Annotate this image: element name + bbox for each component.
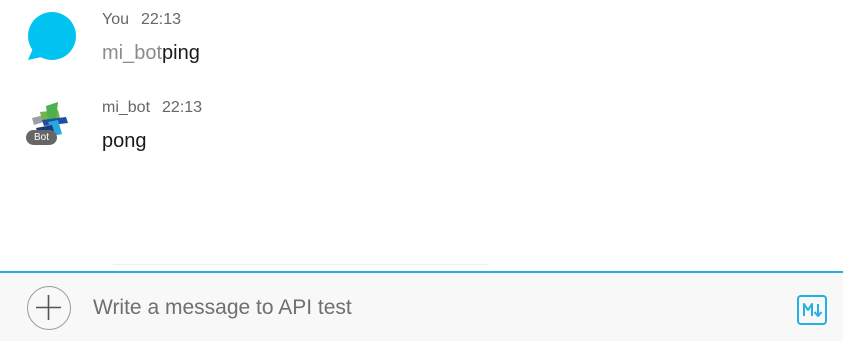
message-input[interactable] [93,293,743,323]
mention[interactable]: mi_bot [102,42,162,64]
sender-name: mi_bot [102,99,151,116]
message-time: 22:13 [162,99,203,116]
message-body: ping [162,42,200,64]
message-meta: mi_bot 22:13 [102,99,202,117]
message-text: pong [102,130,147,153]
plus-icon[interactable] [27,286,71,330]
message-meta: You 22:13 [102,11,181,29]
message-time: 22:13 [141,11,182,28]
chat-bubble-icon[interactable] [28,12,76,60]
sender-name: You [102,11,129,28]
message-body: pong [102,130,147,152]
markdown-toggle-icon[interactable] [797,295,827,325]
divider [113,264,489,265]
message-text: mi_botping [102,42,200,65]
message-row: mi_bot 22:13 pong [0,90,843,170]
message-row: You 22:13 mi_botping [0,0,843,80]
bot-badge: Bot [26,130,57,145]
message-composer [0,271,843,341]
